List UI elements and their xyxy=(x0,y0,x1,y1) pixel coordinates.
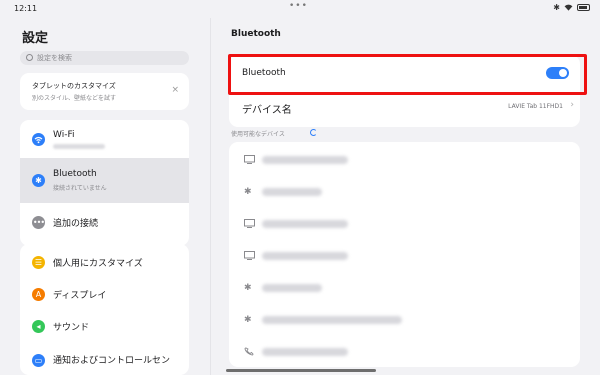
phone-icon xyxy=(244,347,254,356)
monitor-icon xyxy=(244,251,255,260)
notification-icon: ▭ xyxy=(32,354,45,367)
connections-group: Wi-Fi ✱ Bluetooth 接続されていません ••• 追加の接続 xyxy=(20,120,189,246)
bluetooth-status-icon: ✱ xyxy=(553,3,560,12)
list-item[interactable] xyxy=(229,336,580,367)
device-name-blurred xyxy=(262,220,348,228)
sidebar-item-additional-connections[interactable]: ••• 追加の接続 xyxy=(20,203,189,241)
highlight-box xyxy=(228,54,587,95)
wifi-icon xyxy=(32,133,45,146)
settings-sidebar: 設定 設定を検索 タブレットのカスタマイズ 別のスタイル、壁紙などを試す × W… xyxy=(0,18,210,375)
device-name-blurred xyxy=(262,252,348,260)
close-icon[interactable]: × xyxy=(171,85,179,95)
display-icon: A xyxy=(32,288,45,301)
monitor-icon xyxy=(244,155,255,164)
sidebar-item-label: 個人用にカスタマイズ xyxy=(53,259,143,269)
sidebar-item-label: Bluetooth xyxy=(53,169,97,179)
sidebar-item-label: 通知およびコントロールセン xyxy=(53,356,171,366)
personalization-group: ☰ 個人用にカスタマイズ A ディスプレイ ◂ サウンド ▭ 通知およびコントロ… xyxy=(20,244,189,375)
promo-title: タブレットのカスタマイズ xyxy=(32,82,116,90)
list-item[interactable]: ✱ xyxy=(229,304,580,336)
multitasking-dots[interactable]: ••• xyxy=(289,1,308,11)
sidebar-item-sound[interactable]: ◂ サウンド xyxy=(20,310,189,342)
page-title: 設定 xyxy=(22,31,49,46)
promo-subtitle: 別のスタイル、壁紙などを試す xyxy=(32,95,117,102)
sidebar-item-label: 追加の接続 xyxy=(53,219,99,229)
device-name-blurred xyxy=(262,348,348,356)
sidebar-item-label: サウンド xyxy=(53,323,90,333)
status-bar: 12:11 ••• ✱ xyxy=(0,0,600,18)
customize-tablet-card[interactable]: タブレットのカスタマイズ 別のスタイル、壁紙などを試す × xyxy=(20,73,189,110)
list-item[interactable] xyxy=(229,144,580,176)
device-name-blurred xyxy=(262,188,322,196)
wifi-status-icon xyxy=(564,4,573,11)
list-item[interactable]: ✱ xyxy=(229,272,580,304)
bluetooth-icon: ✱ xyxy=(244,187,252,197)
scanning-spinner-icon xyxy=(310,129,317,136)
personalize-icon: ☰ xyxy=(32,256,45,269)
sidebar-item-wifi[interactable]: Wi-Fi xyxy=(20,120,189,158)
sidebar-item-label: ディスプレイ xyxy=(53,291,107,301)
list-item[interactable]: ✱ xyxy=(229,176,580,208)
wifi-network-name-blurred xyxy=(53,144,105,149)
list-item[interactable] xyxy=(229,240,580,272)
bluetooth-icon: ✱ xyxy=(244,315,252,325)
device-name-blurred xyxy=(262,316,402,324)
status-icons: ✱ xyxy=(553,3,590,12)
monitor-icon xyxy=(244,219,255,228)
detail-title: Bluetooth xyxy=(231,29,281,39)
sidebar-item-bluetooth[interactable]: ✱ Bluetooth 接続されていません xyxy=(20,158,189,203)
list-item[interactable] xyxy=(229,208,580,240)
home-indicator[interactable] xyxy=(226,369,376,372)
sidebar-item-display[interactable]: A ディスプレイ xyxy=(20,278,189,310)
device-name-row[interactable]: デバイス名 LAVIE Tab 11FHD1 › xyxy=(229,91,580,127)
battery-icon xyxy=(577,4,590,11)
bluetooth-status-text: 接続されていません xyxy=(53,185,107,192)
more-dots-icon: ••• xyxy=(32,216,45,229)
device-name-blurred xyxy=(262,284,322,292)
status-time: 12:11 xyxy=(14,4,38,13)
device-name-blurred xyxy=(262,156,348,164)
search-input[interactable]: 設定を検索 xyxy=(20,51,189,65)
available-devices-list: ✱ ✱ ✱ xyxy=(229,142,580,367)
sidebar-item-label: Wi-Fi xyxy=(53,130,75,140)
sidebar-item-personalize[interactable]: ☰ 個人用にカスタマイズ xyxy=(20,244,189,278)
chevron-right-icon: › xyxy=(570,100,574,110)
bluetooth-icon: ✱ xyxy=(32,174,45,187)
search-placeholder: 設定を検索 xyxy=(37,54,72,62)
search-icon xyxy=(26,54,33,61)
device-name-label: デバイス名 xyxy=(242,105,292,116)
available-devices-header: 使用可能なデバイス xyxy=(231,131,285,138)
device-name-value: LAVIE Tab 11FHD1 xyxy=(508,103,563,110)
sound-icon: ◂ xyxy=(32,320,45,333)
bluetooth-icon: ✱ xyxy=(244,283,252,293)
sidebar-item-notifications[interactable]: ▭ 通知およびコントロールセン xyxy=(20,342,189,375)
